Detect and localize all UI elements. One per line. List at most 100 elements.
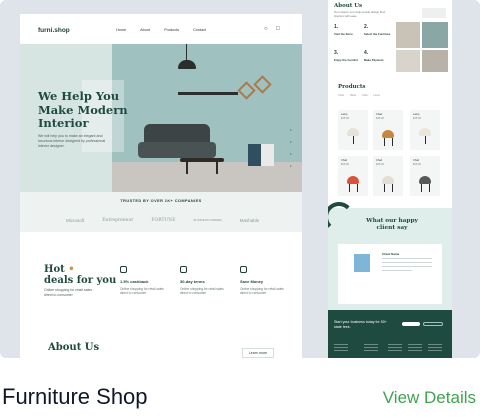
product-name: Lamp	[413, 113, 420, 116]
feature-save-money: Save Money Online shopping for retail sa…	[240, 266, 292, 296]
site-nav: furni.shop Home About Products Contact ○…	[20, 14, 302, 48]
chair-leg	[429, 184, 430, 192]
nav-links: Home About Products Contact	[116, 28, 206, 32]
about-image	[396, 22, 420, 48]
step-number: 3.	[334, 50, 339, 56]
tab-sofa[interactable]: Sofa	[362, 94, 367, 97]
product-card[interactable]: Chair $25.00	[373, 110, 403, 150]
feature-desc: Online shopping for retail sales direct …	[120, 287, 164, 296]
about-image	[396, 50, 420, 72]
search-icon[interactable]: ○	[264, 26, 268, 32]
brand-logo: Entrepreneur	[102, 218, 134, 223]
chair-leg	[357, 184, 358, 192]
about-title: About Us	[48, 342, 100, 353]
step-number: 4.	[364, 50, 369, 56]
trusted-title: TRUSTED BY OVER 1K+ COMPANIES	[120, 198, 202, 203]
site-footer: Start your business today for 50+ state …	[328, 310, 452, 358]
feature-cashback: 1.5% cashback Online shopping for retail…	[120, 266, 172, 296]
product-card[interactable]: Chair $25.00	[338, 156, 368, 196]
wall-shelf	[178, 92, 238, 95]
hot-deals-title-line2: deals for you	[44, 275, 117, 286]
pendant-wire	[186, 44, 187, 61]
product-price: $25.00	[376, 117, 384, 120]
testimonial-heading: What our happy client say	[366, 218, 418, 231]
chair-leg	[384, 138, 385, 146]
hot-deals-title: Hot • deals for you	[44, 264, 116, 286]
feature-title: 1.5% cashback	[120, 279, 149, 284]
learn-more-button[interactable]: Learn more	[242, 348, 274, 358]
pendant-lamp-icon	[178, 60, 196, 69]
footer-column	[334, 344, 348, 353]
brand-logo: FORTUNE	[151, 218, 176, 223]
lamp-icon	[419, 128, 431, 136]
product-card[interactable]: Chair $25.00	[410, 156, 440, 196]
product-card[interactable]: Lamp $25.00	[338, 110, 368, 150]
product-name: Chair	[376, 113, 383, 116]
chair-leg	[384, 184, 385, 192]
testimonial-text-lines	[382, 258, 432, 271]
product-card[interactable]: Chair $25.00	[373, 156, 403, 196]
step-number: 2.	[364, 24, 369, 30]
brand-logo: BUSINESS INSIDER	[193, 218, 222, 222]
tab-beds[interactable]: Beds	[350, 94, 356, 97]
feature-terms: 30-day terms Online shopping for retail …	[180, 266, 232, 296]
cabinet-drawer	[261, 144, 274, 166]
hot-deals-subtitle: Online shopping for retail sales direct …	[44, 288, 93, 297]
trusted-section: TRUSTED BY OVER 1K+ COMPANIES Microsoft …	[20, 192, 302, 232]
footer-column	[388, 344, 402, 353]
step-number: 1.	[334, 24, 339, 30]
table-leg	[216, 162, 218, 174]
nav-link-contact[interactable]: Contact	[193, 28, 206, 32]
about-us-subtitle: Our mission is to help people design the…	[334, 10, 386, 18]
step-title: Select the Furniture	[364, 32, 391, 36]
product-tabs: Chair Beds Sofa Lamp	[338, 94, 380, 97]
product-name: Chair	[376, 159, 383, 162]
chair-icon	[382, 176, 394, 184]
step-title: Make Payment	[364, 58, 384, 62]
avatar	[354, 254, 370, 272]
about-button	[422, 8, 446, 18]
nav-link-about[interactable]: About	[140, 28, 150, 32]
tab-chair[interactable]: Chair	[338, 94, 344, 97]
feature-title: 30-day terms	[180, 279, 205, 284]
chair-icon	[382, 130, 394, 138]
tab-lamp[interactable]: Lamp	[373, 94, 380, 97]
product-price: $25.00	[376, 163, 384, 166]
about-image	[422, 22, 448, 48]
products-heading: Products	[338, 84, 366, 90]
hero-section: We Help You Make Modern Interior We will…	[20, 44, 302, 192]
footer-cta: Start your business today for 50+ state …	[334, 320, 387, 329]
cashback-icon	[120, 266, 127, 273]
lamp-icon	[347, 128, 359, 136]
chair-leg	[421, 184, 422, 192]
feature-title: Save Money	[240, 279, 264, 284]
decorative-arc	[328, 202, 354, 232]
product-price: $25.00	[413, 163, 421, 166]
inner-page-mockup: About Us Our mission is to help people d…	[328, 0, 452, 358]
flame-icon: •	[68, 264, 75, 275]
hero-social-icons[interactable]: • • • •	[290, 124, 291, 172]
chair-icon	[347, 176, 359, 184]
nav-link-products[interactable]: Products	[164, 28, 179, 32]
brand-logo: Mashable	[239, 218, 260, 223]
footer-subscribe-button[interactable]	[423, 322, 443, 326]
feature-desc: Online shopping for retail sales direct …	[240, 287, 284, 296]
cart-icon[interactable]: □	[276, 26, 280, 32]
hot-deals-title-line1: Hot	[44, 264, 65, 275]
product-price: $25.00	[341, 163, 349, 166]
view-details-link[interactable]: View Details	[383, 388, 476, 408]
hero-title: We Help You Make Modern Interior	[38, 89, 128, 130]
about-us-heading: About Us	[334, 3, 363, 9]
step-title: Enjoy the Comfort	[334, 58, 359, 62]
step-title: Visit the Store	[334, 32, 353, 36]
table-leg	[186, 162, 188, 174]
product-card[interactable]: Lamp $25.00	[410, 110, 440, 150]
nav-link-home[interactable]: Home	[116, 28, 126, 32]
footer-email-input[interactable]	[402, 322, 420, 326]
product-price: $25.00	[413, 117, 421, 120]
hero-floor	[112, 162, 302, 192]
project-preview[interactable]: furni.shop Home About Products Contact ○…	[0, 0, 480, 358]
site-logo: furni.shop	[38, 27, 70, 34]
product-name: Lamp	[341, 113, 348, 116]
homepage-mockup: furni.shop Home About Products Contact ○…	[20, 14, 302, 358]
